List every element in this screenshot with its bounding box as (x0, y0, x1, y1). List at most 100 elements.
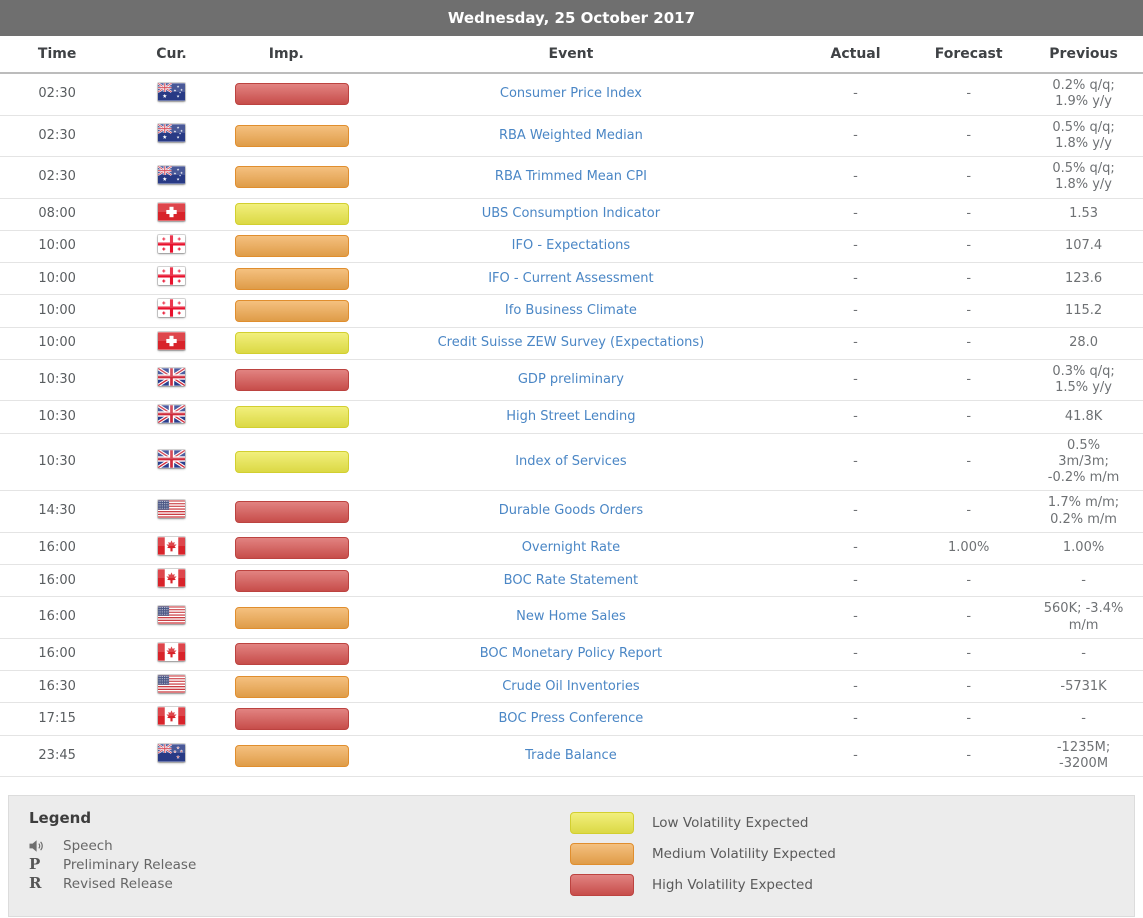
event-cell: Overnight Rate (344, 532, 798, 564)
event-link[interactable]: BOC Rate Statement (504, 573, 638, 588)
volatility-legend: Low Volatility Expected Medium Volatility… (570, 812, 836, 905)
event-link[interactable]: Index of Services (515, 454, 626, 469)
flag-georgia-icon (158, 235, 185, 253)
event-link[interactable]: BOC Monetary Policy Report (480, 646, 662, 661)
currency-cell (114, 230, 228, 262)
actual-cell: - (798, 73, 913, 115)
event-link[interactable]: Trade Balance (525, 748, 617, 763)
time-cell: 02:30 (0, 73, 114, 115)
forecast-cell: - (913, 295, 1024, 327)
currency-cell (114, 198, 228, 230)
volatility-legend-row: Medium Volatility Expected (570, 843, 836, 865)
volatility-label: High Volatility Expected (652, 877, 813, 893)
event-link[interactable]: IFO - Current Assessment (488, 271, 653, 286)
event-cell: GDP preliminary (344, 359, 798, 401)
legend-marker-label: Revised Release (63, 876, 173, 892)
previous-cell: -1235M; -3200M (1024, 735, 1143, 777)
volatility-label: Medium Volatility Expected (652, 846, 836, 862)
event-cell: Durable Goods Orders (344, 491, 798, 533)
event-cell: New Home Sales (344, 597, 798, 639)
time-cell: 10:00 (0, 327, 114, 359)
time-cell: 10:30 (0, 433, 114, 491)
forecast-cell: - (913, 230, 1024, 262)
event-link[interactable]: Consumer Price Index (500, 86, 642, 101)
events-table: Time Cur. Imp. Event Actual Forecast Pre… (0, 36, 1143, 777)
event-link[interactable]: BOC Press Conference (499, 711, 644, 726)
importance-bar-high (235, 537, 349, 559)
date-header: Wednesday, 25 October 2017 (0, 0, 1143, 36)
importance-bar-high (235, 501, 349, 523)
event-link[interactable]: Durable Goods Orders (499, 503, 643, 518)
economic-calendar: Wednesday, 25 October 2017 Time Cur. Imp… (0, 0, 1143, 917)
table-row: 10:00IFO - Expectations--107.4 (0, 230, 1143, 262)
col-header-currency: Cur. (114, 36, 228, 73)
importance-cell (229, 401, 344, 433)
event-cell: Ifo Business Climate (344, 295, 798, 327)
currency-cell (114, 433, 228, 491)
flag-canada-icon (158, 643, 185, 661)
previous-cell: 1.7% m/m; 0.2% m/m (1024, 491, 1143, 533)
event-cell: Credit Suisse ZEW Survey (Expectations) (344, 327, 798, 359)
previous-cell: 0.3% q/q; 1.5% y/y (1024, 359, 1143, 401)
event-link[interactable]: GDP preliminary (518, 372, 624, 387)
event-link[interactable]: RBA Weighted Median (499, 128, 643, 143)
time-cell: 10:30 (0, 401, 114, 433)
event-link[interactable]: Crude Oil Inventories (502, 679, 639, 694)
event-link[interactable]: Ifo Business Climate (505, 303, 637, 318)
forecast-cell: - (913, 327, 1024, 359)
event-link[interactable]: Credit Suisse ZEW Survey (Expectations) (438, 335, 705, 350)
volatility-label: Low Volatility Expected (652, 815, 808, 831)
actual-cell: - (798, 198, 913, 230)
importance-bar-low (235, 203, 349, 225)
event-link[interactable]: Overnight Rate (522, 540, 620, 555)
forecast-cell: - (913, 198, 1024, 230)
previous-cell: -5731K (1024, 671, 1143, 703)
flag-canada-icon (158, 569, 185, 587)
time-cell: 14:30 (0, 491, 114, 533)
importance-bar-medium (235, 607, 349, 629)
flag-georgia-icon (158, 299, 185, 317)
currency-cell (114, 295, 228, 327)
actual-cell: - (798, 491, 913, 533)
previous-cell: 0.5% q/q; 1.8% y/y (1024, 115, 1143, 157)
actual-cell: - (798, 703, 913, 735)
event-cell: Crude Oil Inventories (344, 671, 798, 703)
revised-release-icon: R (29, 876, 63, 891)
table-row: 16:30Crude Oil Inventories---5731K (0, 671, 1143, 703)
event-cell: High Street Lending (344, 401, 798, 433)
flag-usa-icon (158, 675, 185, 693)
flag-canada-icon (158, 537, 185, 555)
currency-cell (114, 401, 228, 433)
forecast-cell: - (913, 263, 1024, 295)
flag-usa-icon (158, 500, 185, 518)
currency-cell (114, 327, 228, 359)
currency-cell (114, 735, 228, 777)
event-cell: RBA Trimmed Mean CPI (344, 157, 798, 199)
actual-cell: - (798, 115, 913, 157)
actual-cell: - (798, 638, 913, 670)
previous-cell: 41.8K (1024, 401, 1143, 433)
flag-uk-icon (158, 405, 185, 423)
flag-usa-icon (158, 606, 185, 624)
previous-cell: 115.2 (1024, 295, 1143, 327)
event-cell: IFO - Current Assessment (344, 263, 798, 295)
currency-cell (114, 73, 228, 115)
table-row: 10:30Index of Services--0.5% 3m/3m; -0.2… (0, 433, 1143, 491)
event-link[interactable]: IFO - Expectations (512, 238, 631, 253)
event-cell: BOC Monetary Policy Report (344, 638, 798, 670)
event-link[interactable]: UBS Consumption Indicator (482, 206, 660, 221)
event-link[interactable]: High Street Lending (506, 409, 635, 424)
importance-bar-high (235, 83, 349, 105)
previous-cell: 0.5% q/q; 1.8% y/y (1024, 157, 1143, 199)
table-header-row: Time Cur. Imp. Event Actual Forecast Pre… (0, 36, 1143, 73)
actual-cell: - (798, 359, 913, 401)
time-cell: 10:00 (0, 295, 114, 327)
forecast-cell: - (913, 638, 1024, 670)
event-link[interactable]: RBA Trimmed Mean CPI (495, 169, 647, 184)
forecast-cell: - (913, 359, 1024, 401)
legend-marker-label: Preliminary Release (63, 857, 196, 873)
currency-cell (114, 703, 228, 735)
event-cell: IFO - Expectations (344, 230, 798, 262)
flag-new-zealand-icon (158, 744, 185, 762)
event-link[interactable]: New Home Sales (516, 609, 626, 624)
